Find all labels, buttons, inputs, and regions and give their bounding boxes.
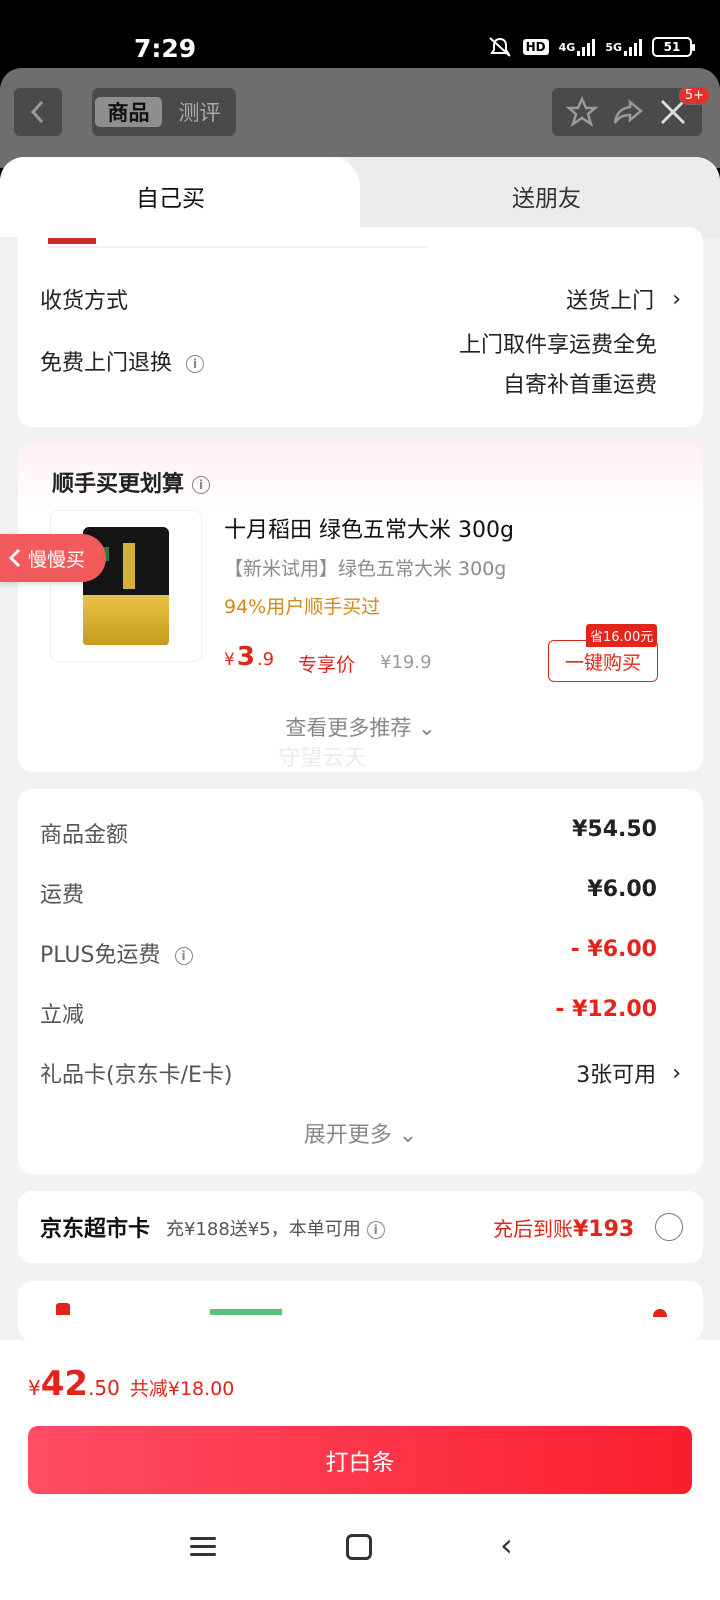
signal-5g-icon: 5G [605, 38, 642, 56]
delivery-method-value: 送货上门 [566, 289, 655, 314]
hd-icon: HD [522, 39, 549, 55]
instant-discount-label: 立减 [40, 1003, 85, 1028]
tab-self-buy[interactable]: 自己买 [136, 179, 205, 213]
product-subtitle: 【新米试用】绿色五常大米 300g [224, 558, 507, 580]
chevron-left-icon [8, 548, 21, 568]
free-return-label: 免费上门退换 [40, 351, 173, 376]
price-compare-float-tab[interactable]: 慢慢买 [0, 534, 106, 582]
total-saved: 共减¥18.00 [129, 1378, 235, 1400]
partial-tag [210, 1309, 282, 1315]
chevron-right-icon: › [672, 286, 681, 312]
status-time: 7:29 [134, 34, 197, 63]
status-icons: HD 4G 5G 51 [487, 36, 695, 58]
status-bar: 7:29 HD 4G 5G 51 [0, 0, 720, 68]
free-return-row: 免费上门退换 i [40, 345, 205, 377]
recommend-card: 顺手买更划算 i 十月稻田 绿色五常大米 300g 【新米试用】绿色五常大米 30… [18, 442, 703, 772]
goods-amount-value: ¥54.50 [572, 817, 657, 842]
signal-4g-icon: 4G [559, 38, 596, 56]
expand-more-text: 展开更多 [303, 1123, 392, 1148]
recommend-title: 顺手买更划算 i [52, 466, 211, 498]
jd-supermarket-card[interactable]: 京东超市卡 充¥188送¥5，本单可用 i 充后到账¥193 [18, 1191, 703, 1263]
jd-card-arrival: 充后到账¥193 [493, 1213, 634, 1242]
recommend-title-text: 顺手买更划算 [52, 472, 185, 497]
purchase-tabs: 自己买 送朋友 [0, 157, 720, 237]
chevron-down-icon: ⌄ [398, 1123, 418, 1148]
system-nav-bar: ‹ [0, 1520, 720, 1590]
tab-goods[interactable]: 商品 [95, 97, 162, 127]
info-icon[interactable]: i [192, 476, 211, 494]
free-return-line1: 上门取件享运费全免 [458, 333, 657, 358]
mute-icon [487, 36, 513, 58]
header-segment: 商品 测评 [92, 88, 236, 136]
chevron-right-icon: › [672, 1060, 681, 1086]
instant-discount-value: - ¥12.00 [555, 997, 657, 1022]
gift-card-value: 3张可用 [576, 1063, 657, 1088]
tab-review[interactable]: 测评 [166, 97, 233, 127]
more-recommend-link[interactable]: 查看更多推荐 ⌄ [18, 712, 703, 742]
net-5g-label: 5G [605, 40, 622, 54]
bottom-bar: ¥42.50 共减¥18.00 打白条 ‹ [0, 1340, 720, 1600]
plus-free-shipping-value: - ¥6.00 [570, 937, 657, 962]
price-int: 3 [236, 642, 255, 672]
save-badge: 省16.00元 [586, 624, 658, 647]
delivery-method-row[interactable]: 送货上门 › [566, 283, 681, 315]
gift-card-label: 礼品卡(京东卡/E卡) [40, 1063, 233, 1088]
jd-card-title: 京东超市卡 [40, 1217, 151, 1242]
free-return-line2: 自寄补首重运费 [502, 373, 657, 398]
info-icon[interactable]: i [186, 355, 205, 373]
expand-more-button[interactable]: 展开更多 ⌄ [18, 1117, 703, 1149]
total-dec: .50 [88, 1376, 120, 1400]
info-icon[interactable]: i [174, 947, 193, 965]
home-icon[interactable] [346, 1534, 372, 1560]
jd-card-arrival-prefix: 充后到账 [493, 1217, 573, 1241]
more-recommend-text: 查看更多推荐 [285, 716, 412, 740]
float-tab-label: 慢慢买 [28, 548, 86, 571]
total-price: ¥42.50 共减¥18.00 [28, 1364, 234, 1404]
jd-card-desc-row: 充¥188送¥5，本单可用 i [166, 1215, 385, 1241]
share-icon[interactable] [612, 96, 644, 128]
jd-card-desc: 充¥188送¥5，本单可用 [166, 1219, 361, 1240]
product-image[interactable] [50, 510, 202, 662]
product-name[interactable]: 十月稻田 绿色五常大米 300g [224, 512, 514, 544]
battery-level: 51 [663, 40, 681, 54]
price-symbol: ¥ [224, 650, 235, 670]
partial-card [18, 1281, 703, 1341]
star-icon[interactable] [566, 96, 598, 128]
shipping-label: 运费 [40, 883, 85, 908]
total-symbol: ¥ [28, 1376, 41, 1400]
jd-card-arrival-amount: ¥193 [573, 1217, 635, 1242]
page-header: 商品 测评 5+ [0, 68, 720, 168]
info-icon[interactable]: i [366, 1221, 385, 1239]
plus-free-shipping-row: PLUS免运费 i [40, 937, 193, 969]
chevron-down-icon: ⌄ [418, 716, 436, 740]
partial-radio [653, 1309, 667, 1317]
original-price: ¥19.9 [380, 652, 432, 673]
tab-gift-friend[interactable]: 送朋友 [512, 179, 581, 213]
product-tip: 94%用户顺手买过 [224, 596, 381, 618]
delivery-method-label: 收货方式 [40, 289, 129, 314]
pay-button[interactable]: 打白条 [28, 1426, 692, 1494]
net-4g-label: 4G [558, 40, 576, 54]
message-badge: 5+ [678, 86, 710, 105]
goods-amount-label: 商品金额 [40, 823, 129, 848]
watermark: 守望云天 [278, 746, 367, 771]
partial-icon [56, 1303, 70, 1315]
shipping-value: ¥6.00 [587, 877, 657, 902]
back-button[interactable] [14, 88, 62, 136]
price-dec: .9 [256, 649, 275, 670]
chevron-left-icon [30, 100, 44, 124]
product-price: ¥3.9 [224, 642, 274, 672]
total-int: 42 [40, 1364, 89, 1404]
plus-free-shipping-label: PLUS免运费 [40, 943, 161, 968]
menu-icon[interactable] [190, 1532, 216, 1561]
nav-back-icon[interactable]: ‹ [500, 1526, 513, 1564]
collapsed-strip [48, 232, 428, 248]
price-detail-card: 商品金额 ¥54.50 运费 ¥6.00 PLUS免运费 i - ¥6.00 立减… [18, 789, 703, 1174]
battery-icon: 51 [652, 37, 695, 57]
jd-card-radio[interactable] [655, 1213, 683, 1241]
delivery-card: 收货方式 送货上门 › 免费上门退换 i 上门取件享运费全免 自寄补首重运费 [18, 227, 703, 427]
gift-card-row[interactable]: 3张可用 › [576, 1057, 681, 1089]
exclusive-price-tag: 专享价 [298, 654, 356, 676]
